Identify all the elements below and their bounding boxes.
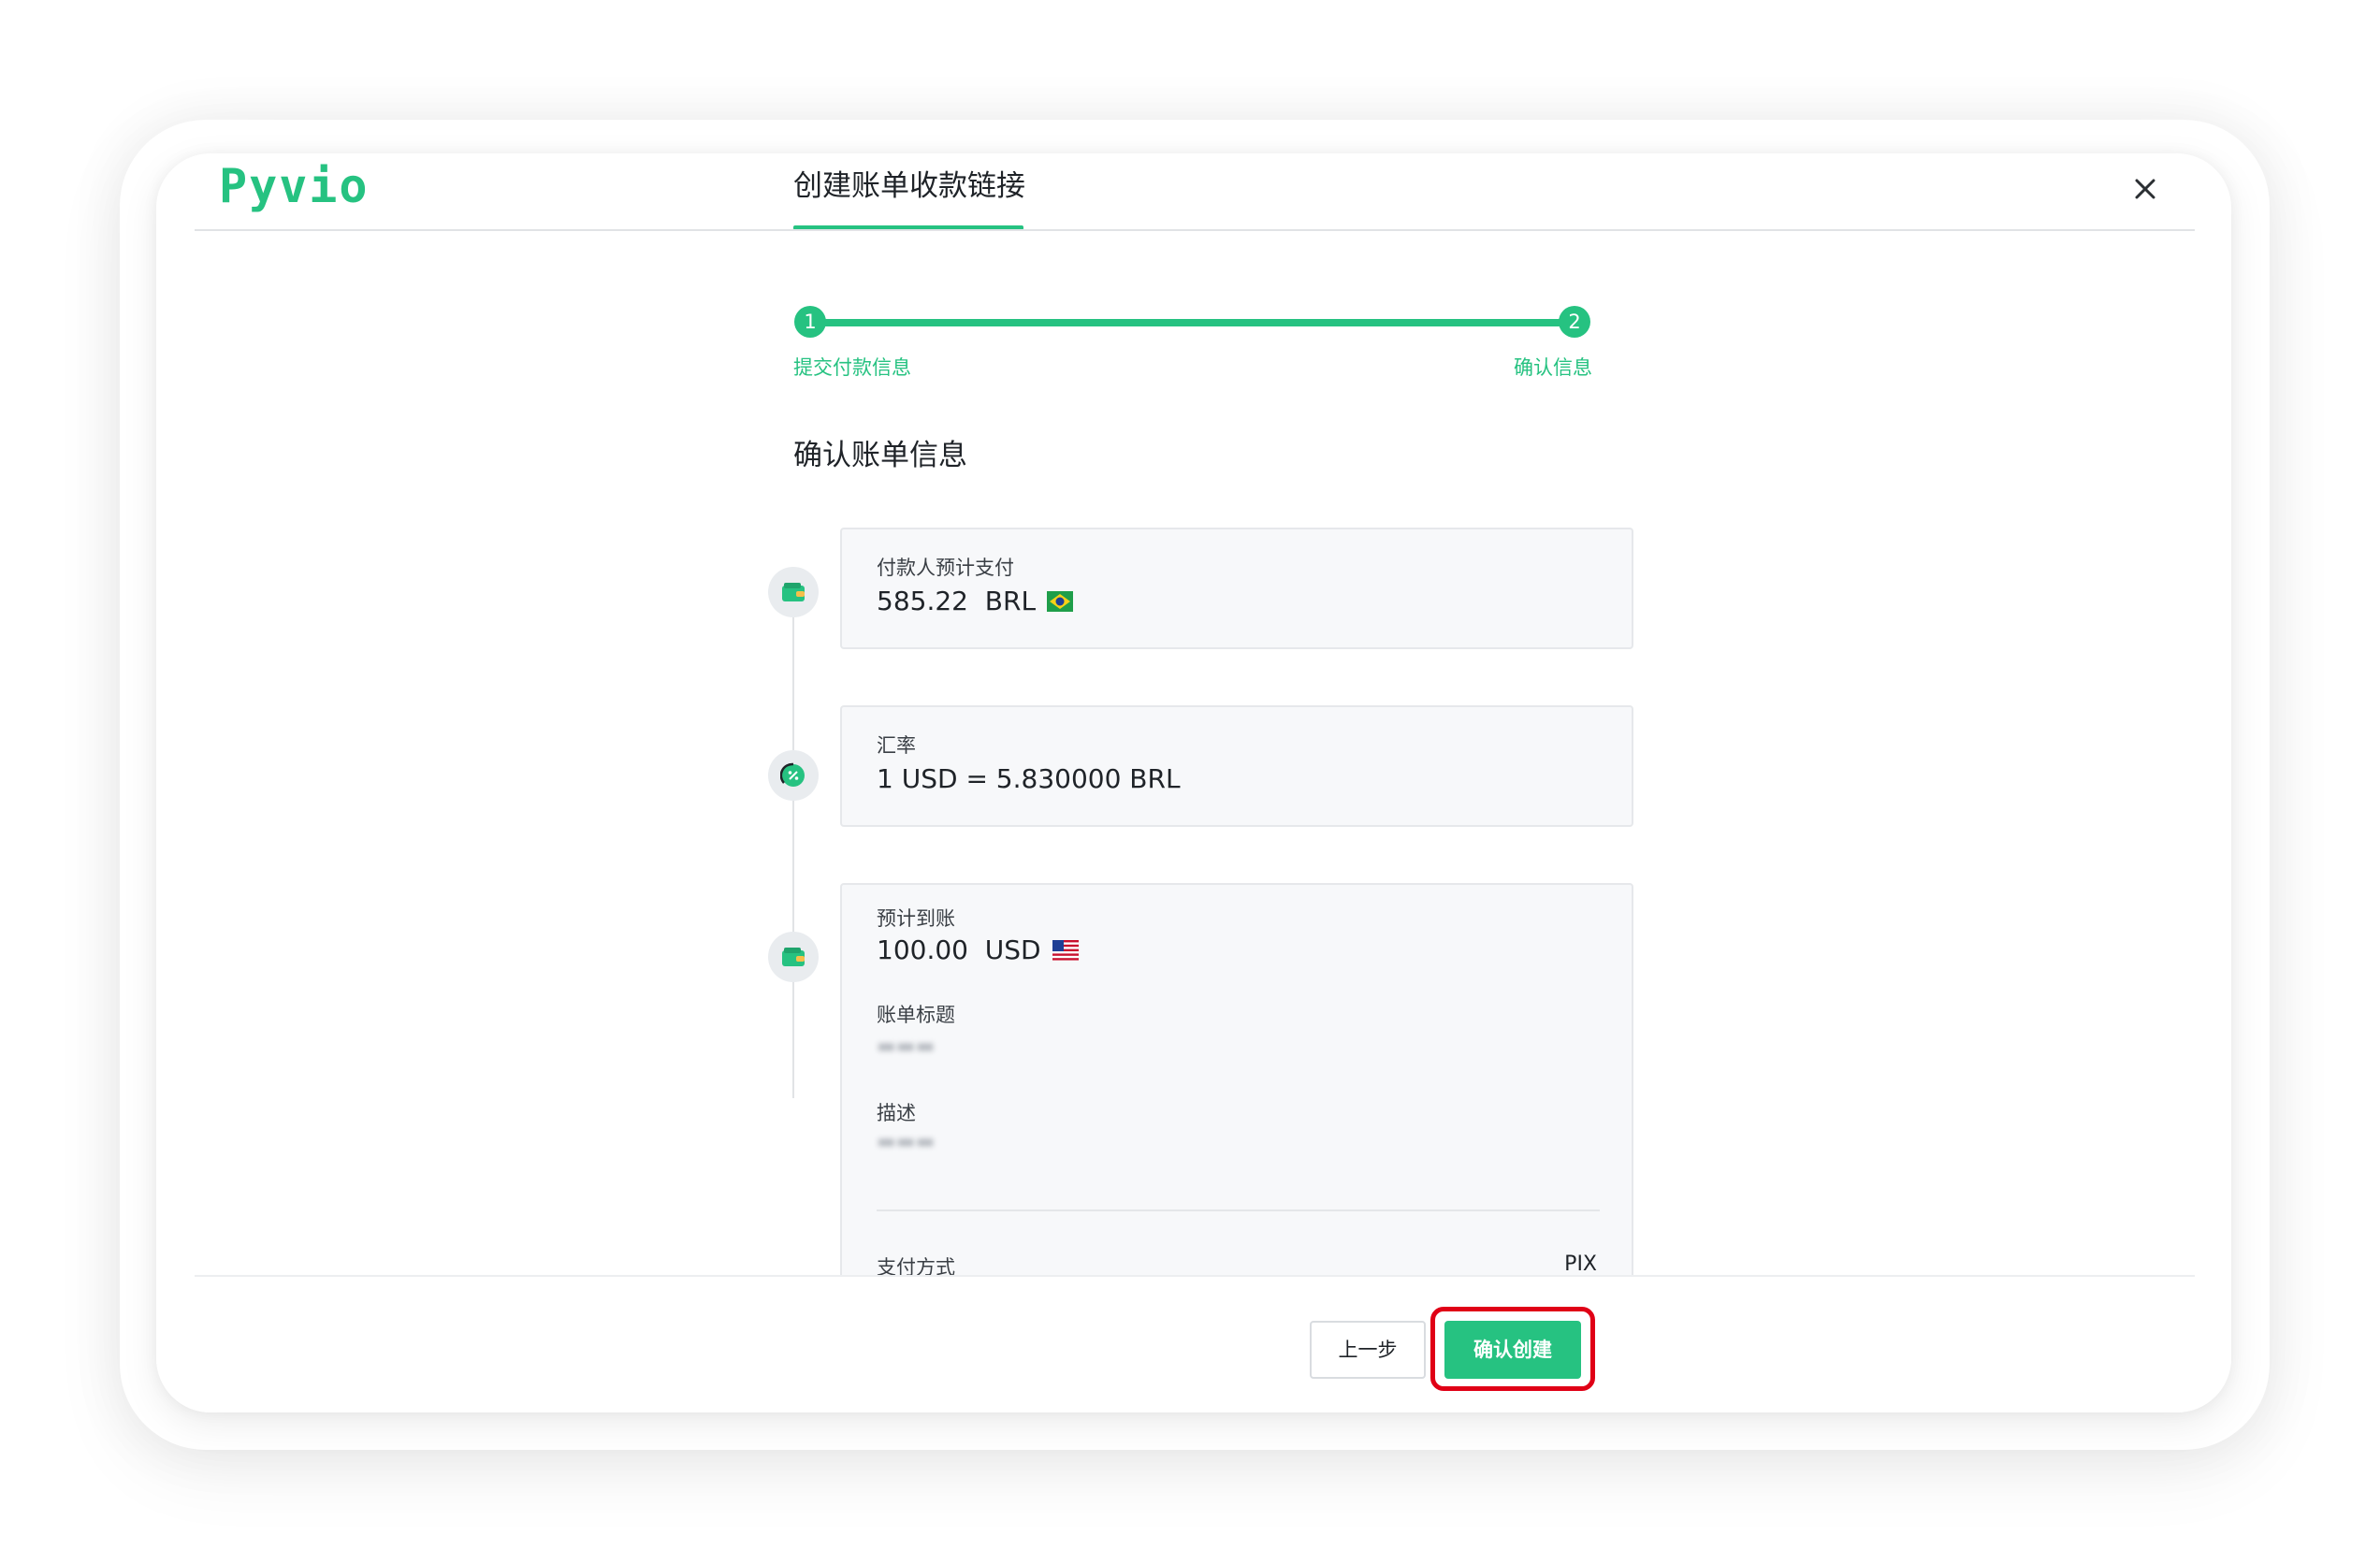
- modal-footer: 上一步 确认创建: [156, 1277, 2231, 1412]
- receive-amount-card: 预计到账 100.00 USD 账单标题 ▬▬▬ 描述 ▬▬▬ 支付方式 PIX: [840, 883, 1633, 1295]
- step-2-dot: 2: [1559, 306, 1590, 338]
- confirm-create-button[interactable]: 确认创建: [1444, 1321, 1581, 1379]
- payer-amount-label: 付款人预计支付: [877, 557, 1014, 579]
- description-value-redacted: ▬▬▬: [877, 1130, 936, 1153]
- step-2-label: 确认信息: [1514, 356, 1592, 379]
- tab-create-bill-link[interactable]: 创建账单收款链接: [793, 153, 1025, 232]
- receive-amount-label: 预计到账: [877, 907, 955, 930]
- close-icon[interactable]: [2125, 168, 2166, 210]
- receive-amount-text: 100.00 USD: [877, 934, 1041, 965]
- wallet-icon: [768, 567, 819, 617]
- previous-step-button[interactable]: 上一步: [1310, 1321, 1426, 1379]
- modal-title: 创建账单收款链接: [793, 169, 1025, 203]
- exchange-rate-value: 1 USD = 5.830000 BRL: [877, 763, 1181, 794]
- payment-method-value: PIX: [1564, 1253, 1597, 1276]
- header-divider: [195, 229, 2195, 231]
- exchange-rate-card: 汇率 1 USD = 5.830000 BRL: [840, 705, 1633, 827]
- step-1-dot: 1: [794, 306, 826, 338]
- wallet-icon: [768, 932, 819, 982]
- stepper-track: [810, 319, 1568, 326]
- step-1-label: 提交付款信息: [793, 356, 911, 379]
- us-flag-icon: [1052, 936, 1079, 967]
- card-divider: [877, 1209, 1600, 1211]
- progress-stepper: 1 2 提交付款信息 确认信息: [793, 306, 1592, 381]
- exchange-rate-label: 汇率: [877, 734, 916, 757]
- pyvio-logo: Pyvio: [219, 159, 370, 213]
- create-bill-modal: Pyvio 创建账单收款链接 1 2 提交付款信息 确认信息 确认账单信息 付款…: [156, 153, 2231, 1412]
- payer-amount-card: 付款人预计支付 585.22 BRL: [840, 528, 1633, 649]
- exchange-rate-icon: [768, 750, 819, 801]
- section-title: 确认账单信息: [793, 439, 967, 472]
- timeline-connector: [792, 602, 794, 1098]
- brazil-flag-icon: [1047, 587, 1074, 618]
- bill-title-label: 账单标题: [877, 1004, 955, 1026]
- payer-amount-value: 585.22 BRL: [877, 586, 1074, 618]
- description-label: 描述: [877, 1102, 916, 1124]
- receive-amount-value: 100.00 USD: [877, 934, 1079, 967]
- bill-title-value-redacted: ▬▬▬: [877, 1035, 936, 1058]
- payer-amount-text: 585.22 BRL: [877, 586, 1037, 616]
